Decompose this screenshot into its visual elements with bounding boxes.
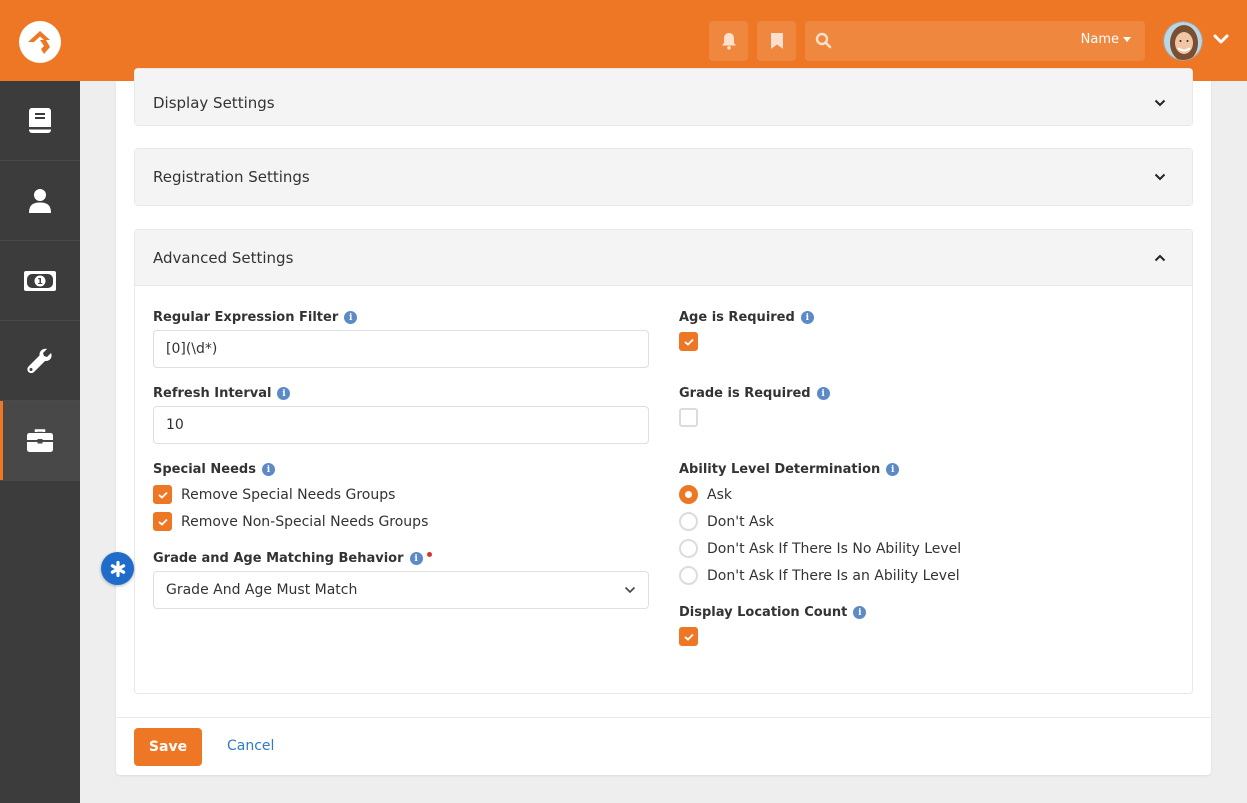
money-icon: 1 — [24, 270, 56, 291]
panel-registration-settings: Registration Settings — [134, 148, 1193, 206]
refresh-interval-input[interactable] — [153, 406, 649, 444]
checkbox-checked[interactable] — [153, 512, 172, 531]
info-icon[interactable]: i — [277, 387, 291, 400]
required-indicator — [426, 552, 432, 557]
search-icon — [815, 32, 832, 49]
checkbox-checked[interactable] — [679, 627, 698, 646]
sidebar-item-finance[interactable]: 1 — [0, 241, 80, 321]
checkbox-checked[interactable] — [153, 485, 172, 504]
chevron-down-icon — [1154, 99, 1166, 107]
info-icon[interactable]: i — [261, 463, 275, 476]
special-needs-label: Special Needs i — [153, 462, 275, 477]
sidebar: 1 — [0, 81, 80, 803]
age-required-label: Age is Required i — [679, 310, 814, 325]
bookmarks-button[interactable] — [757, 21, 796, 61]
person-icon — [29, 188, 51, 213]
search-filter-label: Name — [1080, 32, 1119, 47]
bookmark-icon — [770, 33, 783, 49]
panel-header-advanced-settings[interactable]: Advanced Settings — [135, 230, 1192, 286]
info-icon[interactable]: i — [886, 463, 900, 476]
wrench-icon — [27, 348, 52, 373]
radio-selected[interactable] — [679, 485, 698, 504]
checkbox-checked[interactable] — [679, 332, 698, 351]
grade-age-matching-select[interactable]: Grade And Age Must Match — [153, 571, 649, 609]
radio-unselected[interactable] — [679, 539, 698, 558]
sidebar-item-content[interactable] — [0, 81, 80, 161]
info-icon[interactable]: i — [853, 606, 867, 619]
cancel-link[interactable]: Cancel — [227, 738, 274, 754]
info-icon[interactable]: i — [816, 387, 830, 400]
search-input[interactable] — [841, 21, 1061, 61]
radio-unselected[interactable] — [679, 566, 698, 585]
panel-header-registration-settings[interactable]: Registration Settings — [135, 149, 1192, 205]
check-icon — [683, 633, 694, 641]
chevron-up-icon — [1154, 254, 1166, 261]
checkbox-unchecked[interactable] — [679, 408, 698, 427]
briefcase-icon — [27, 428, 53, 452]
grade-age-matching-label: Grade and Age Matching Behavior i — [153, 551, 432, 566]
avatar[interactable] — [1163, 21, 1203, 61]
chevron-down-icon — [624, 586, 636, 594]
check-icon — [157, 491, 168, 499]
ability-level-label: Ability Level Determination i — [679, 462, 900, 477]
grade-required-label: Grade is Required i — [679, 386, 830, 401]
refresh-interval-label: Refresh Interval i — [153, 386, 291, 401]
caret-down-icon — [1123, 37, 1131, 42]
display-location-count-label: Display Location Count i — [679, 605, 867, 620]
footer-divider — [116, 717, 1211, 718]
radio-unselected[interactable] — [679, 512, 698, 531]
search-bar: Name — [805, 21, 1145, 61]
display-location-count-checkbox[interactable] — [679, 627, 698, 646]
panel-title: Display Settings — [153, 94, 275, 112]
ability-level-option-dont-ask-no-level[interactable]: Don't Ask If There Is No Ability Level — [679, 539, 961, 558]
remove-non-special-needs-checkbox[interactable]: Remove Non-Special Needs Groups — [153, 512, 428, 531]
book-icon — [29, 108, 51, 133]
info-icon[interactable]: i — [344, 311, 358, 324]
chevron-down-icon[interactable] — [1213, 33, 1229, 49]
ability-level-option-dont-ask-has-level[interactable]: Don't Ask If There Is an Ability Level — [679, 566, 960, 585]
chevron-down-icon — [1154, 173, 1166, 181]
panel-title: Registration Settings — [153, 168, 310, 186]
panel-header-display-settings[interactable]: Display Settings — [135, 69, 1192, 125]
ability-level-option-ask[interactable]: Ask — [679, 485, 732, 504]
check-icon — [683, 338, 694, 346]
check-icon — [157, 518, 168, 526]
notifications-button[interactable] — [709, 21, 748, 61]
regex-filter-input[interactable] — [153, 330, 649, 368]
regex-filter-label: Regular Expression Filter i — [153, 310, 358, 325]
svg-text:1: 1 — [37, 277, 43, 286]
panel-advanced-settings: Advanced Settings Regular Expression Fil… — [134, 229, 1193, 694]
sidebar-item-people[interactable] — [0, 161, 80, 241]
ability-level-option-dont-ask[interactable]: Don't Ask — [679, 512, 774, 531]
sidebar-item-admin[interactable] — [0, 401, 80, 481]
grade-required-checkbox[interactable] — [679, 408, 698, 427]
panel-display-settings: Display Settings — [134, 68, 1193, 126]
search-filter-dropdown[interactable]: Name — [1081, 32, 1131, 47]
info-icon[interactable]: i — [409, 552, 423, 565]
asterisk-button[interactable] — [101, 552, 134, 585]
remove-special-needs-checkbox[interactable]: Remove Special Needs Groups — [153, 485, 395, 504]
sidebar-item-tools[interactable] — [0, 321, 80, 401]
main-card: Display Settings Registration Settings A… — [116, 68, 1211, 775]
save-button[interactable]: Save — [134, 728, 202, 766]
panel-title: Advanced Settings — [153, 248, 294, 267]
bell-icon — [721, 33, 736, 50]
logo-icon[interactable] — [19, 21, 61, 63]
info-icon[interactable]: i — [800, 311, 814, 324]
age-required-checkbox[interactable] — [679, 332, 698, 351]
asterisk-icon — [110, 560, 125, 577]
